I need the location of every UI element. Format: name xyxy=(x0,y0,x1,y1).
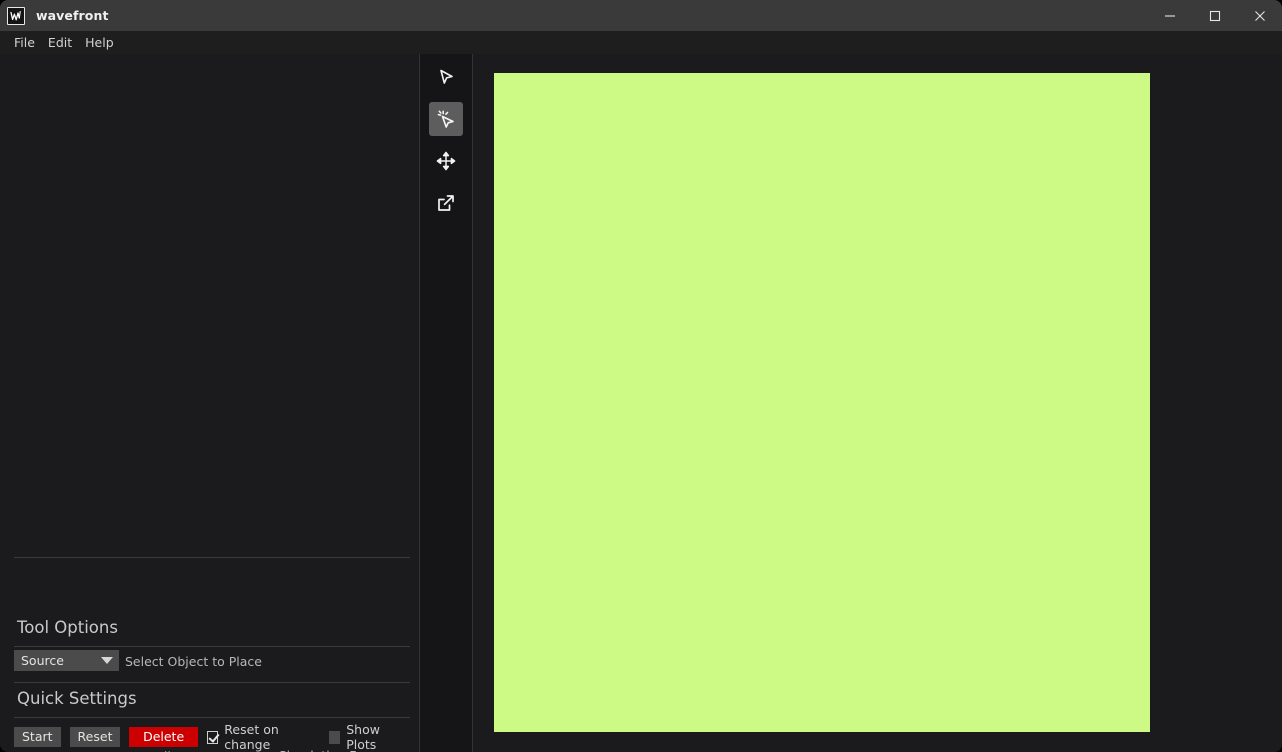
section-divider xyxy=(14,557,410,558)
menu-item-file[interactable]: File xyxy=(8,33,41,52)
window-controls xyxy=(1147,0,1282,31)
close-icon[interactable] xyxy=(1237,0,1282,31)
chevron-down-icon xyxy=(101,657,113,664)
maximize-icon[interactable] xyxy=(1192,0,1237,31)
select-tool[interactable] xyxy=(429,60,463,94)
menu-item-edit[interactable]: Edit xyxy=(42,33,78,52)
move-tool[interactable] xyxy=(429,144,463,178)
left-panel: Tool Options Source Select Object to Pla… xyxy=(0,54,419,752)
tool-options-title: Tool Options xyxy=(17,618,118,637)
place-tool[interactable] xyxy=(429,102,463,136)
menu-item-help[interactable]: Help xyxy=(79,33,120,52)
section-divider xyxy=(14,646,410,647)
main-body: Tool Options Source Select Object to Pla… xyxy=(0,54,1282,752)
quick-settings-title: Quick Settings xyxy=(17,689,137,708)
window-title: wavefront xyxy=(36,8,109,23)
section-divider xyxy=(14,682,410,683)
simulation-canvas-area[interactable] xyxy=(473,54,1282,752)
delete-all-button[interactable]: Delete all xyxy=(129,727,198,752)
menu-bar: File Edit Help xyxy=(0,31,1282,54)
expand-tool[interactable] xyxy=(429,186,463,220)
object-select-value: Source xyxy=(21,653,64,668)
checkbox-checked-icon xyxy=(206,730,219,744)
wavefront-logo-icon xyxy=(7,6,25,25)
frame-rate-row: 60 Simulation Frame Rate xyxy=(14,748,419,752)
tool-palette xyxy=(420,54,472,752)
object-list-area xyxy=(0,54,419,557)
reset-button[interactable]: Reset xyxy=(69,727,121,747)
minimize-icon[interactable] xyxy=(1147,0,1192,31)
checkbox-unchecked-icon xyxy=(328,730,341,744)
object-select-dropdown[interactable]: Source xyxy=(14,650,119,671)
section-divider xyxy=(14,717,410,718)
application-window: wavefront File Edit Help Tool Options So… xyxy=(0,0,1282,752)
object-select-caption: Select Object to Place xyxy=(125,654,262,669)
start-button[interactable]: Start xyxy=(14,727,61,747)
simulation-field[interactable] xyxy=(494,73,1150,732)
title-bar: wavefront xyxy=(0,0,1282,31)
frame-rate-caption: Simulation Frame Rate xyxy=(279,748,419,752)
